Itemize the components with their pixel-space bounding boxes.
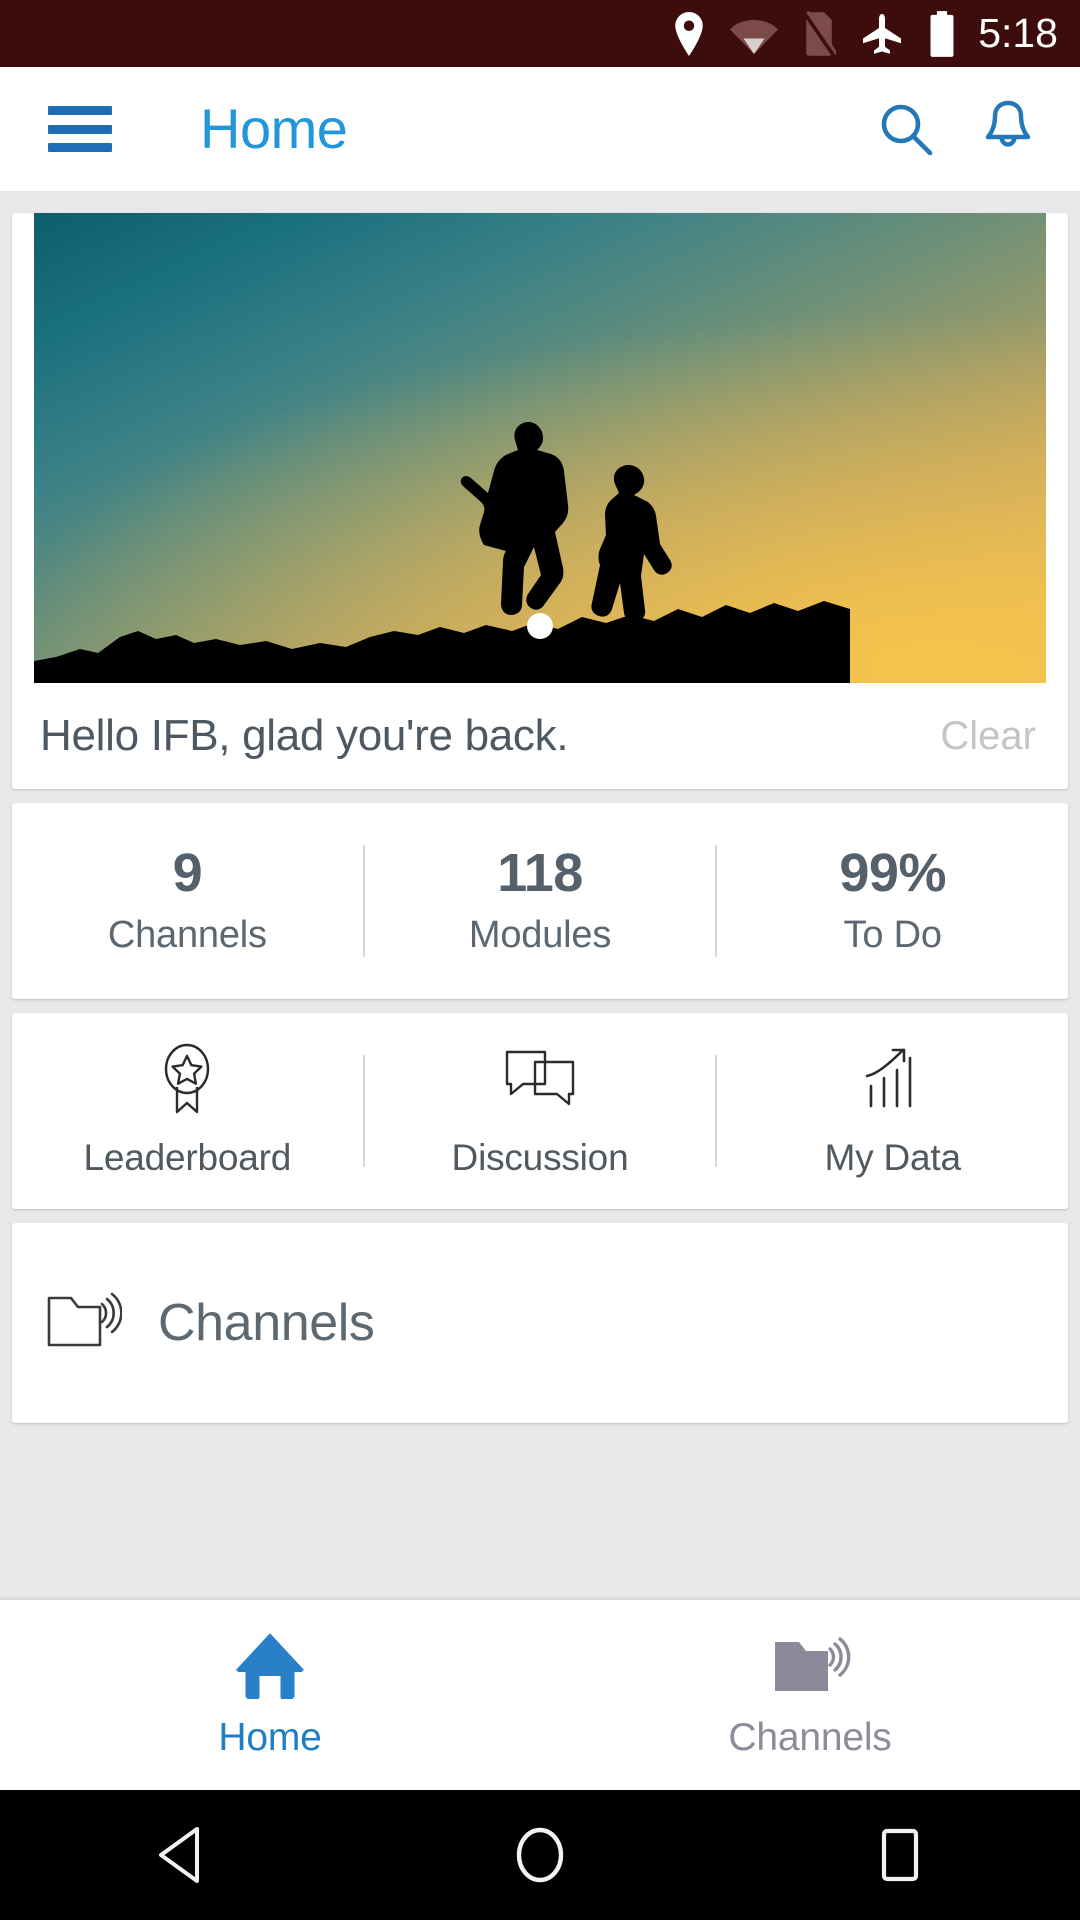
home-circle-icon[interactable] xyxy=(470,1790,610,1920)
status-bar: 5:18 xyxy=(0,0,1080,67)
bell-icon[interactable] xyxy=(970,91,1046,167)
hero-image[interactable] xyxy=(34,213,1046,683)
folder-broadcast-icon xyxy=(46,1290,123,1357)
location-pin-icon xyxy=(672,11,706,56)
stat-value: 9 xyxy=(172,843,203,904)
stat-label: To Do xyxy=(843,913,942,956)
stats-card: 9 Channels 118 Modules 99% To Do xyxy=(12,803,1068,999)
channels-section-card[interactable]: Channels xyxy=(12,1223,1068,1423)
scroll-content: Hello IFB, glad you're back. Clear 9 Cha… xyxy=(0,191,1080,1423)
carousel-indicator-dot[interactable] xyxy=(527,613,553,639)
channels-section-title: Channels xyxy=(158,1294,375,1352)
airplane-mode-icon xyxy=(860,12,904,56)
page-title: Home xyxy=(200,97,348,160)
app-bar: Home xyxy=(0,67,1080,191)
battery-icon xyxy=(928,10,956,57)
quick-action-label: Discussion xyxy=(451,1137,629,1178)
stat-label: Channels xyxy=(107,913,267,956)
wifi-icon xyxy=(730,14,779,54)
home-icon xyxy=(229,1624,311,1702)
back-triangle-icon[interactable] xyxy=(110,1790,250,1920)
nav-label: Channels xyxy=(728,1716,892,1759)
greeting-text: Hello IFB, glad you're back. xyxy=(40,711,569,760)
award-ribbon-star-icon xyxy=(155,1043,219,1115)
quick-action-label: Leaderboard xyxy=(83,1137,292,1178)
folder-broadcast-icon xyxy=(769,1624,851,1702)
stat-label: Modules xyxy=(468,913,612,956)
quick-action-discussion[interactable]: Discussion xyxy=(365,1043,716,1179)
stat-modules[interactable]: 118 Modules xyxy=(365,845,716,957)
app-bar-actions xyxy=(868,91,1046,167)
hero-card: Hello IFB, glad you're back. Clear xyxy=(12,213,1068,789)
bar-chart-arrow-icon xyxy=(859,1043,927,1115)
stat-value: 118 xyxy=(497,843,583,904)
stat-channels[interactable]: 9 Channels xyxy=(12,845,363,957)
nav-label: Home xyxy=(218,1716,322,1759)
quick-action-leaderboard[interactable]: Leaderboard xyxy=(12,1043,363,1179)
quick-actions-card: Leaderboard Discussion My Data xyxy=(12,1013,1068,1209)
stat-value: 99% xyxy=(839,843,946,904)
recents-square-icon[interactable] xyxy=(830,1790,970,1920)
hamburger-menu-icon[interactable] xyxy=(48,106,112,152)
phone-screen: 5:18 Home Hello IFB, glad you're back. C… xyxy=(0,0,1080,1920)
greeting-row: Hello IFB, glad you're back. Clear xyxy=(12,683,1068,789)
bottom-navigation: Home Channels xyxy=(0,1600,1080,1790)
nav-item-home[interactable]: Home xyxy=(0,1624,540,1766)
stat-todo[interactable]: 99% To Do xyxy=(717,845,1068,957)
search-icon[interactable] xyxy=(868,91,944,167)
status-icon-group xyxy=(672,10,956,57)
nav-item-channels[interactable]: Channels xyxy=(540,1624,1080,1766)
chat-bubbles-icon xyxy=(503,1043,577,1115)
clear-button[interactable]: Clear xyxy=(936,704,1040,769)
children-silhouette xyxy=(460,422,672,623)
status-bar-clock: 5:18 xyxy=(978,10,1058,56)
no-sim-icon xyxy=(802,10,837,57)
quick-action-my-data[interactable]: My Data xyxy=(717,1043,1068,1179)
android-navigation-bar xyxy=(0,1790,1080,1920)
quick-action-label: My Data xyxy=(824,1137,962,1178)
